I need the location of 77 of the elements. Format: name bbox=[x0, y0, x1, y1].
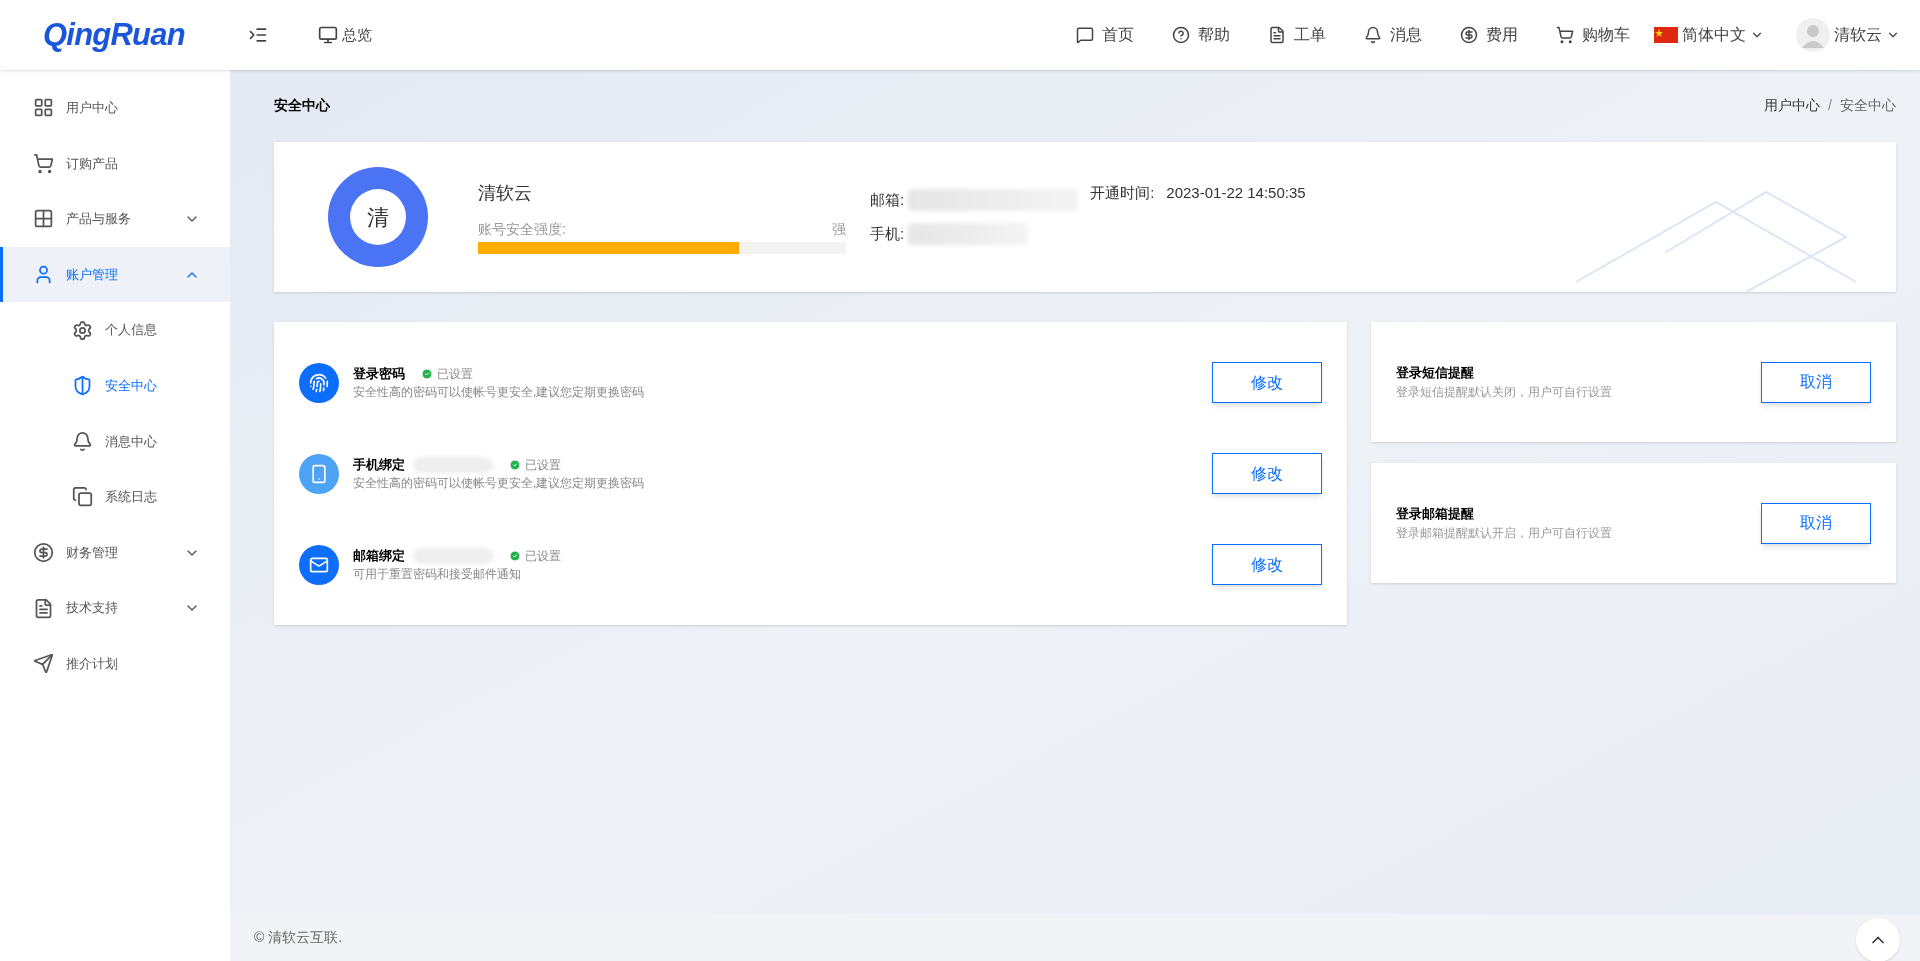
setting-title: 邮箱绑定 bbox=[353, 546, 405, 565]
nav-link[interactable]: 帮助 bbox=[1172, 23, 1230, 47]
account-name: 清软云 bbox=[478, 182, 533, 205]
status-label: 已设置 bbox=[525, 547, 561, 565]
menu-icon[interactable] bbox=[248, 25, 268, 45]
sidebar-item[interactable]: 技术支持 bbox=[0, 580, 230, 636]
sidebar-subitem[interactable]: 安全中心 bbox=[0, 357, 230, 414]
status-label: 已设置 bbox=[525, 456, 561, 474]
cart-icon bbox=[1556, 26, 1574, 44]
nav-link[interactable]: 消息 bbox=[1364, 23, 1422, 47]
check-icon bbox=[421, 367, 433, 380]
breadcrumb-link[interactable]: 用户中心 bbox=[1764, 94, 1821, 116]
setting-title: 登录密码 bbox=[353, 364, 405, 383]
setting-description: 安全性高的密码可以使帐号更安全,建议您定期更换密码 bbox=[353, 384, 646, 402]
cancel-button[interactable]: 取消 bbox=[1761, 502, 1871, 544]
paper-plane-icon bbox=[33, 653, 54, 675]
copyright: © 清软云互联. bbox=[254, 928, 343, 947]
alert-description: 登录短信提醒默认关闭，用户可自行设置 bbox=[1396, 383, 1613, 401]
overview-link[interactable]: 总览 bbox=[318, 23, 372, 47]
language-dropdown[interactable]: 简体中文 bbox=[1654, 23, 1764, 47]
edit-button[interactable]: 修改 bbox=[1212, 453, 1322, 494]
breadcrumb-current: 安全中心 bbox=[1840, 95, 1896, 115]
grid-icon bbox=[33, 97, 54, 119]
avatar-icon bbox=[1796, 18, 1830, 52]
cart-icon bbox=[33, 152, 54, 174]
help-icon bbox=[1172, 26, 1190, 44]
strength-value: 强 bbox=[832, 220, 846, 239]
sidebar-subitem[interactable]: 消息中心 bbox=[0, 413, 230, 470]
settings-icon bbox=[72, 319, 93, 341]
setting-description: 安全性高的密码可以使帐号更安全,建议您定期更换密码 bbox=[353, 475, 646, 493]
phone-icon bbox=[299, 453, 339, 494]
alert-title: 登录短信提醒 bbox=[1396, 364, 1475, 383]
email-label: 邮箱: bbox=[870, 189, 905, 210]
sidebar-subitem[interactable]: 系统日志 bbox=[0, 469, 230, 525]
phone-label: 手机: bbox=[870, 224, 905, 244]
check-icon bbox=[509, 549, 521, 562]
avatar-letter: 清 bbox=[367, 203, 389, 232]
sidebar-item[interactable]: 财务管理 bbox=[0, 524, 230, 581]
dollar-icon bbox=[1460, 26, 1478, 44]
setting-description: 可用于重置密码和接受邮件通知 bbox=[353, 566, 522, 584]
edit-button[interactable]: 修改 bbox=[1212, 544, 1322, 585]
grid-icon bbox=[33, 208, 54, 230]
user-menu[interactable]: 清软云 bbox=[1796, 18, 1900, 52]
logo[interactable]: QingRuan bbox=[43, 16, 185, 52]
breadcrumb-separator: / bbox=[1828, 95, 1832, 115]
bell-icon bbox=[1364, 26, 1382, 44]
cancel-button[interactable]: 取消 bbox=[1761, 361, 1871, 403]
alert-description: 登录邮箱提醒默认开启，用户可自行设置 bbox=[1396, 524, 1613, 542]
strength-label: 账号安全强度: bbox=[478, 220, 566, 239]
document-icon bbox=[1268, 26, 1286, 44]
setting-title: 手机绑定 bbox=[353, 455, 405, 474]
nav-link[interactable]: 费用 bbox=[1460, 23, 1518, 47]
nav-link[interactable]: 首页 bbox=[1076, 23, 1134, 47]
shield-icon bbox=[72, 375, 93, 397]
nav-link[interactable]: 工单 bbox=[1268, 23, 1326, 47]
dollar-icon bbox=[33, 542, 54, 564]
edit-button[interactable]: 修改 bbox=[1212, 362, 1322, 403]
sidebar-item[interactable]: 推介计划 bbox=[0, 635, 230, 692]
sidebar-item[interactable]: 订购产品 bbox=[0, 135, 230, 192]
status-label: 已设置 bbox=[437, 365, 473, 383]
monitor-icon bbox=[318, 25, 338, 45]
fingerprint-icon bbox=[299, 362, 339, 403]
copy-icon bbox=[72, 486, 93, 508]
bell-icon bbox=[72, 430, 93, 452]
alert-title: 登录邮箱提醒 bbox=[1396, 505, 1475, 524]
sidebar-item[interactable]: 账户管理 bbox=[0, 246, 230, 303]
sidebar-item[interactable]: 用户中心 bbox=[0, 80, 230, 136]
mail-icon bbox=[299, 544, 339, 585]
sidebar-subitem[interactable]: 个人信息 bbox=[0, 302, 230, 358]
nav-link[interactable]: 购物车 bbox=[1556, 23, 1630, 47]
opened-label: 开通时间: bbox=[1090, 183, 1155, 203]
flag-icon bbox=[1654, 27, 1678, 43]
document-icon bbox=[33, 597, 54, 619]
sidebar-item[interactable]: 产品与服务 bbox=[0, 191, 230, 247]
page-title: 安全中心 bbox=[274, 95, 330, 115]
opened-time: 2023-01-22 14:50:35 bbox=[1166, 183, 1306, 203]
check-icon bbox=[509, 458, 521, 471]
